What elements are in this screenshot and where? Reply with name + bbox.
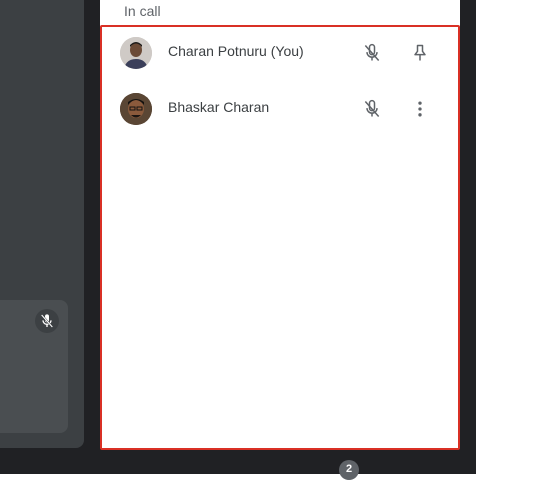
participant-tile[interactable] (0, 300, 68, 433)
participant-row[interactable]: Charan Potnuru (You) (102, 27, 458, 83)
more-vert-icon (418, 101, 422, 117)
more-options-button[interactable] (406, 95, 434, 123)
participant-row[interactable]: Bhaskar Charan (102, 83, 458, 139)
tile-mic-off-icon (35, 309, 59, 333)
people-panel: In call Charan Potnuru (You) Bhaskar Cha… (100, 0, 460, 450)
avatar (120, 93, 152, 125)
avatar (120, 37, 152, 69)
mic-off-button[interactable] (358, 39, 386, 67)
pin-icon (414, 44, 426, 61)
participant-name: Bhaskar Charan (168, 99, 270, 115)
participant-list: Charan Potnuru (You) Bhaskar Charan (100, 25, 460, 450)
video-area (0, 0, 84, 448)
pin-button[interactable] (406, 39, 434, 67)
mic-off-icon (364, 99, 380, 117)
participant-count-badge: 2 (339, 460, 359, 480)
mic-off-button[interactable] (358, 95, 386, 123)
section-title: In call (124, 3, 161, 19)
participant-name: Charan Potnuru (You) (168, 43, 304, 59)
mic-off-icon (364, 43, 380, 61)
